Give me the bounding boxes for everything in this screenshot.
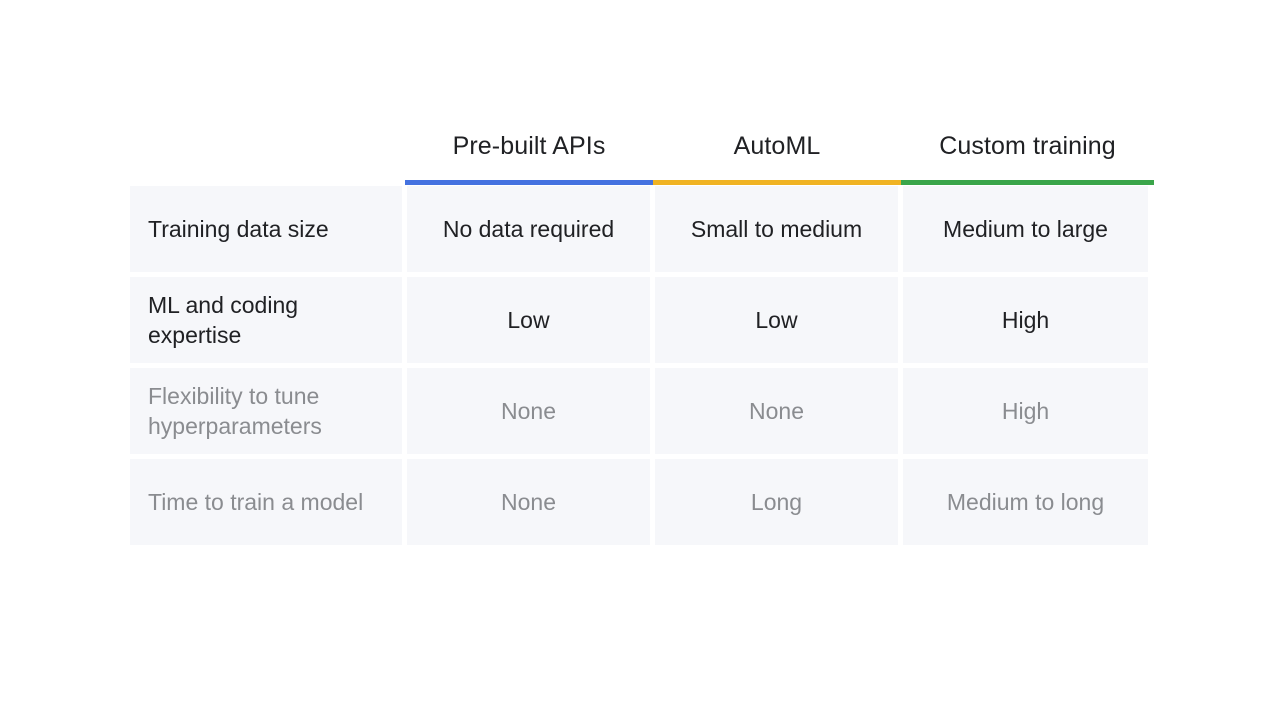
cell-custom-training: Medium to long	[903, 459, 1148, 545]
column-header-custom-training: Custom training	[939, 131, 1116, 160]
row-label: Time to train a model	[130, 459, 402, 545]
table-body: Training data size No data required Smal…	[130, 186, 1154, 545]
header-spacer	[130, 112, 405, 180]
row-label-text: Flexibility to tune hyperparameters	[148, 383, 322, 439]
table-row: Flexibility to tune hyperparameters None…	[130, 368, 1154, 454]
accent-bar-prebuilt-apis	[405, 180, 653, 185]
accent-bar-custom-training	[901, 180, 1154, 185]
header-row: Pre-built APIs AutoML Custom training	[130, 112, 1154, 180]
cell-automl: Small to medium	[655, 186, 898, 272]
accent-bar-automl	[653, 180, 901, 185]
table-row: Training data size No data required Smal…	[130, 186, 1154, 272]
cell-prebuilt-apis: None	[407, 459, 650, 545]
row-label-text: ML and coding expertise	[148, 292, 299, 348]
column-header-prebuilt-apis: Pre-built APIs	[452, 131, 606, 160]
cell-automl: Low	[655, 277, 898, 363]
table-row: Time to train a model None Long Medium t…	[130, 459, 1154, 545]
comparison-table: Pre-built APIs AutoML Custom training Tr…	[130, 112, 1154, 545]
cell-automl: None	[655, 368, 898, 454]
cell-prebuilt-apis: Low	[407, 277, 650, 363]
row-label: ML and coding expertise	[130, 277, 402, 363]
cell-custom-training: Medium to large	[903, 186, 1148, 272]
cell-custom-training: High	[903, 368, 1148, 454]
column-header-automl: AutoML	[733, 131, 821, 160]
cell-prebuilt-apis: None	[407, 368, 650, 454]
table-row: ML and coding expertise Low Low High	[130, 277, 1154, 363]
row-label: Training data size	[130, 186, 402, 272]
cell-automl: Long	[655, 459, 898, 545]
row-label: Flexibility to tune hyperparameters	[130, 368, 402, 454]
cell-custom-training: High	[903, 277, 1148, 363]
cell-prebuilt-apis: No data required	[407, 186, 650, 272]
